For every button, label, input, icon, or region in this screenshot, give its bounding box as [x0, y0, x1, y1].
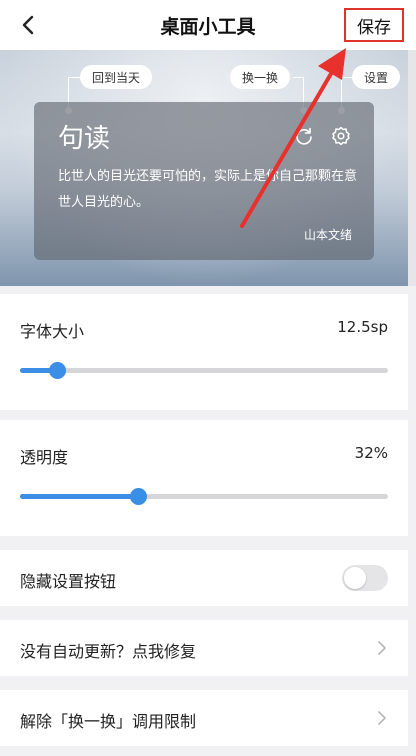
- hide-settings-button-row[interactable]: 隐藏设置按钮: [0, 550, 408, 606]
- page-title: 桌面小工具: [160, 15, 256, 38]
- chevron-right-icon: [378, 711, 386, 725]
- widget-quote: 比世人的目光还要可怕的，实际上是你自己那颗在意世人目光的心。: [58, 169, 358, 210]
- chevron-right-icon: [378, 641, 386, 655]
- tip-change: 换一换: [230, 65, 291, 89]
- widget-author: 山本文绪: [303, 228, 352, 242]
- hide-settings-button-label: 隐藏设置按钮: [20, 572, 117, 591]
- tip-line: [293, 77, 303, 78]
- font-size-value: 12.5sp: [337, 318, 388, 336]
- hide-settings-button-toggle[interactable]: [342, 565, 388, 591]
- font-size-slider[interactable]: [20, 362, 388, 379]
- fix-auto-update-row[interactable]: 没有自动更新？点我修复: [0, 620, 408, 676]
- unlock-change-limit-row[interactable]: 解除「换一换」调用限制: [0, 690, 408, 746]
- quote-widget-card: 句读 比世人的目光还要可怕的，实际上是你自己那颗在意世人目光的心。 山本文绪: [34, 102, 374, 260]
- tip-line: [341, 77, 352, 78]
- slider-thumb[interactable]: [129, 488, 147, 505]
- chevron-left-icon: [22, 15, 34, 35]
- opacity-slider[interactable]: [20, 488, 388, 505]
- save-button[interactable]: 保存: [344, 8, 404, 42]
- slider-thumb[interactable]: [48, 362, 66, 379]
- opacity-panel: 透明度 32%: [0, 420, 408, 536]
- tip-back-to-today: 回到当天: [80, 65, 153, 89]
- tip-line: [68, 77, 80, 78]
- back-button[interactable]: [14, 10, 42, 40]
- opacity-label: 透明度: [20, 448, 69, 467]
- unlock-change-limit-label: 解除「换一换」调用限制: [20, 712, 197, 731]
- scrollbar[interactable]: [408, 50, 416, 286]
- toggle-knob: [344, 567, 366, 589]
- slider-fill: [20, 494, 138, 499]
- fix-auto-update-label: 没有自动更新？点我修复: [20, 642, 197, 661]
- font-size-panel: 字体大小 12.5sp: [0, 294, 408, 410]
- widget-preview: 回到当天 换一换 设置 句读 比世人的目光还要可怕的，实际上是你自己那颗在意世人…: [0, 50, 408, 286]
- gear-icon[interactable]: [331, 126, 351, 146]
- tip-settings: 设置: [352, 65, 401, 89]
- opacity-value: 32%: [354, 444, 388, 462]
- top-bar: 桌面小工具 保存: [0, 0, 416, 50]
- font-size-label: 字体大小: [20, 322, 85, 341]
- refresh-icon[interactable]: [294, 126, 314, 146]
- widget-title: 句读: [58, 124, 111, 154]
